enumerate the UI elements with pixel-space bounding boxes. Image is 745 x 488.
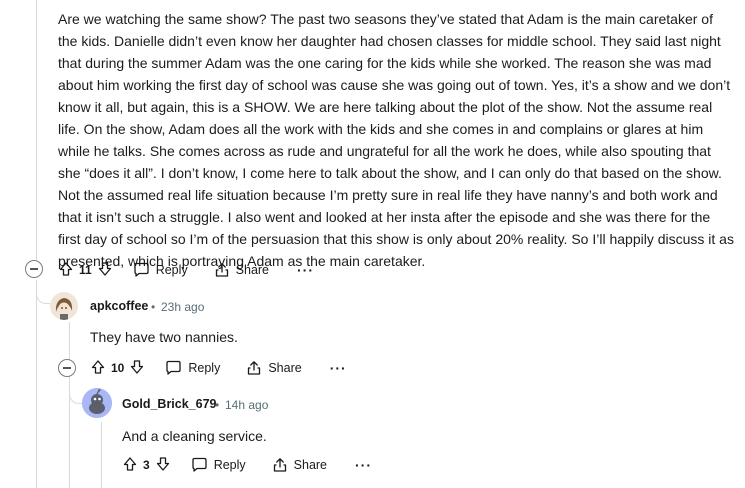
downvote-icon[interactable] (97, 261, 113, 280)
vote-group: 3 (122, 456, 171, 475)
timestamp: 23h ago (161, 300, 205, 314)
more-icon[interactable]: ··· (355, 457, 372, 473)
reply-text: And a cleaning service. (122, 428, 267, 444)
separator: • (151, 300, 156, 314)
collapse-icon[interactable] (58, 359, 76, 377)
vote-count: 10 (111, 361, 125, 375)
share-button[interactable]: Share (246, 360, 302, 376)
share-label: Share (235, 263, 270, 277)
vote-count: 3 (143, 458, 150, 472)
reply-actions: 10 Reply Share ··· (90, 356, 347, 380)
reply-label: Reply (155, 263, 188, 277)
reply-label: Reply (188, 361, 221, 375)
avatar[interactable] (82, 388, 112, 418)
username[interactable]: Gold_Brick_679 (122, 397, 217, 411)
share-button[interactable]: Share (214, 262, 269, 278)
share-button[interactable]: Share (272, 457, 327, 473)
reply-button[interactable]: Reply (133, 262, 188, 278)
thread-line-level-1 (36, 280, 37, 488)
thread-elbow-2 (69, 378, 83, 404)
share-label: Share (293, 458, 328, 472)
share-icon (273, 458, 286, 472)
reply-text: They have two nannies. (90, 329, 238, 345)
separator: • (215, 398, 220, 412)
timestamp: 14h ago (225, 398, 269, 412)
reply-button[interactable]: Reply (165, 360, 220, 376)
comment-icon (192, 457, 207, 472)
thread-line-main (36, 0, 37, 260)
vote-group: 11 (58, 261, 113, 280)
share-icon (215, 263, 228, 277)
share-label: Share (268, 361, 302, 375)
thread-elbow-1 (36, 283, 51, 304)
main-comment-actions: 11 Reply Share ··· (58, 258, 314, 282)
share-icon (248, 361, 261, 375)
downvote-icon[interactable] (129, 359, 145, 378)
vote-group: 10 (90, 359, 145, 378)
comment-icon (166, 360, 182, 375)
thread-line-level-3 (101, 422, 102, 488)
main-comment-text: Are we watching the same show? The past … (58, 11, 734, 269)
username[interactable]: apkcoffee (90, 299, 148, 313)
avatar[interactable] (50, 292, 78, 320)
more-icon[interactable]: ··· (330, 360, 347, 376)
upvote-icon[interactable] (58, 261, 74, 280)
vote-count: 11 (79, 263, 92, 277)
reply-actions: 3 Reply Share ··· (122, 453, 372, 477)
thread-line-level-2 (69, 322, 70, 488)
upvote-icon[interactable] (90, 359, 106, 378)
reply-button[interactable]: Reply (191, 457, 246, 473)
downvote-icon[interactable] (155, 456, 171, 475)
comment-icon (134, 262, 149, 277)
more-icon[interactable]: ··· (297, 262, 314, 278)
collapse-icon[interactable] (25, 260, 43, 278)
upvote-icon[interactable] (122, 456, 138, 475)
reply-label: Reply (213, 458, 246, 472)
